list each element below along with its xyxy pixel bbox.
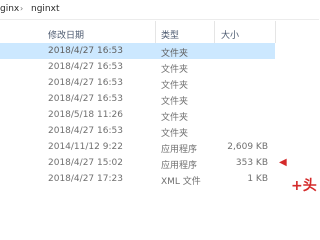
file-modified-date: 2018/4/27 17:23 (48, 174, 123, 184)
file-type: 文件夹 (161, 97, 189, 107)
annotation-marker: +头 (291, 178, 317, 194)
file-row[interactable]: 2018/4/27 16:53 文件夹 (0, 91, 275, 107)
file-type: 文件夹 (161, 65, 189, 75)
column-divider[interactable] (275, 21, 276, 43)
file-row[interactable]: 2018/4/27 16:53 文件夹 (0, 75, 275, 91)
breadcrumb-item-ginx[interactable]: ginx (0, 4, 19, 14)
column-header-row: 修改日期 类型 大小 (0, 20, 319, 45)
file-row[interactable]: 2018/4/27 17:23 XML 文件 1 KB (0, 171, 275, 187)
file-type: 文件夹 (161, 129, 189, 139)
chevron-right-icon[interactable]: › (20, 4, 23, 13)
column-divider[interactable] (155, 21, 156, 43)
file-type: XML 文件 (161, 177, 201, 187)
file-row[interactable]: 2018/4/27 15:02 应用程序 353 KB (0, 155, 275, 171)
file-modified-date: 2018/5/18 11:26 (48, 110, 123, 120)
arrow-left-icon: ◀ (279, 157, 287, 168)
column-header-type[interactable]: 类型 (161, 28, 179, 41)
file-type: 应用程序 (161, 161, 198, 171)
file-modified-date: 2018/4/27 16:53 (48, 46, 123, 56)
file-type: 文件夹 (161, 49, 189, 59)
file-modified-date: 2014/11/12 9:22 (48, 142, 123, 152)
file-type: 文件夹 (161, 113, 189, 123)
file-type: 文件夹 (161, 81, 189, 91)
file-row[interactable]: 2018/5/18 11:26 文件夹 (0, 107, 275, 123)
file-size: 2,609 KB (227, 142, 268, 152)
file-row[interactable]: 2014/11/12 9:22 应用程序 2,609 KB (0, 139, 275, 155)
column-divider[interactable] (214, 21, 215, 43)
file-modified-date: 2018/4/27 16:53 (48, 78, 123, 88)
file-modified-date: 2018/4/27 15:02 (48, 158, 123, 168)
file-modified-date: 2018/4/27 16:53 (48, 62, 123, 72)
file-modified-date: 2018/4/27 16:53 (48, 94, 123, 104)
file-row[interactable]: 2018/4/27 16:53 文件夹 (0, 59, 275, 75)
file-row[interactable]: 2018/4/27 16:53 文件夹 (0, 43, 275, 59)
file-size: 1 KB (247, 174, 268, 184)
file-row[interactable]: 2018/4/27 16:53 文件夹 (0, 123, 275, 139)
file-modified-date: 2018/4/27 16:53 (48, 126, 123, 136)
column-header-date[interactable]: 修改日期 (48, 28, 84, 41)
column-header-size[interactable]: 大小 (221, 28, 239, 41)
file-type: 应用程序 (161, 145, 198, 155)
breadcrumb-item-nginxt[interactable]: nginxt (31, 4, 59, 14)
file-size: 353 KB (235, 158, 268, 168)
breadcrumb: ginx › nginxt (0, 0, 319, 20)
